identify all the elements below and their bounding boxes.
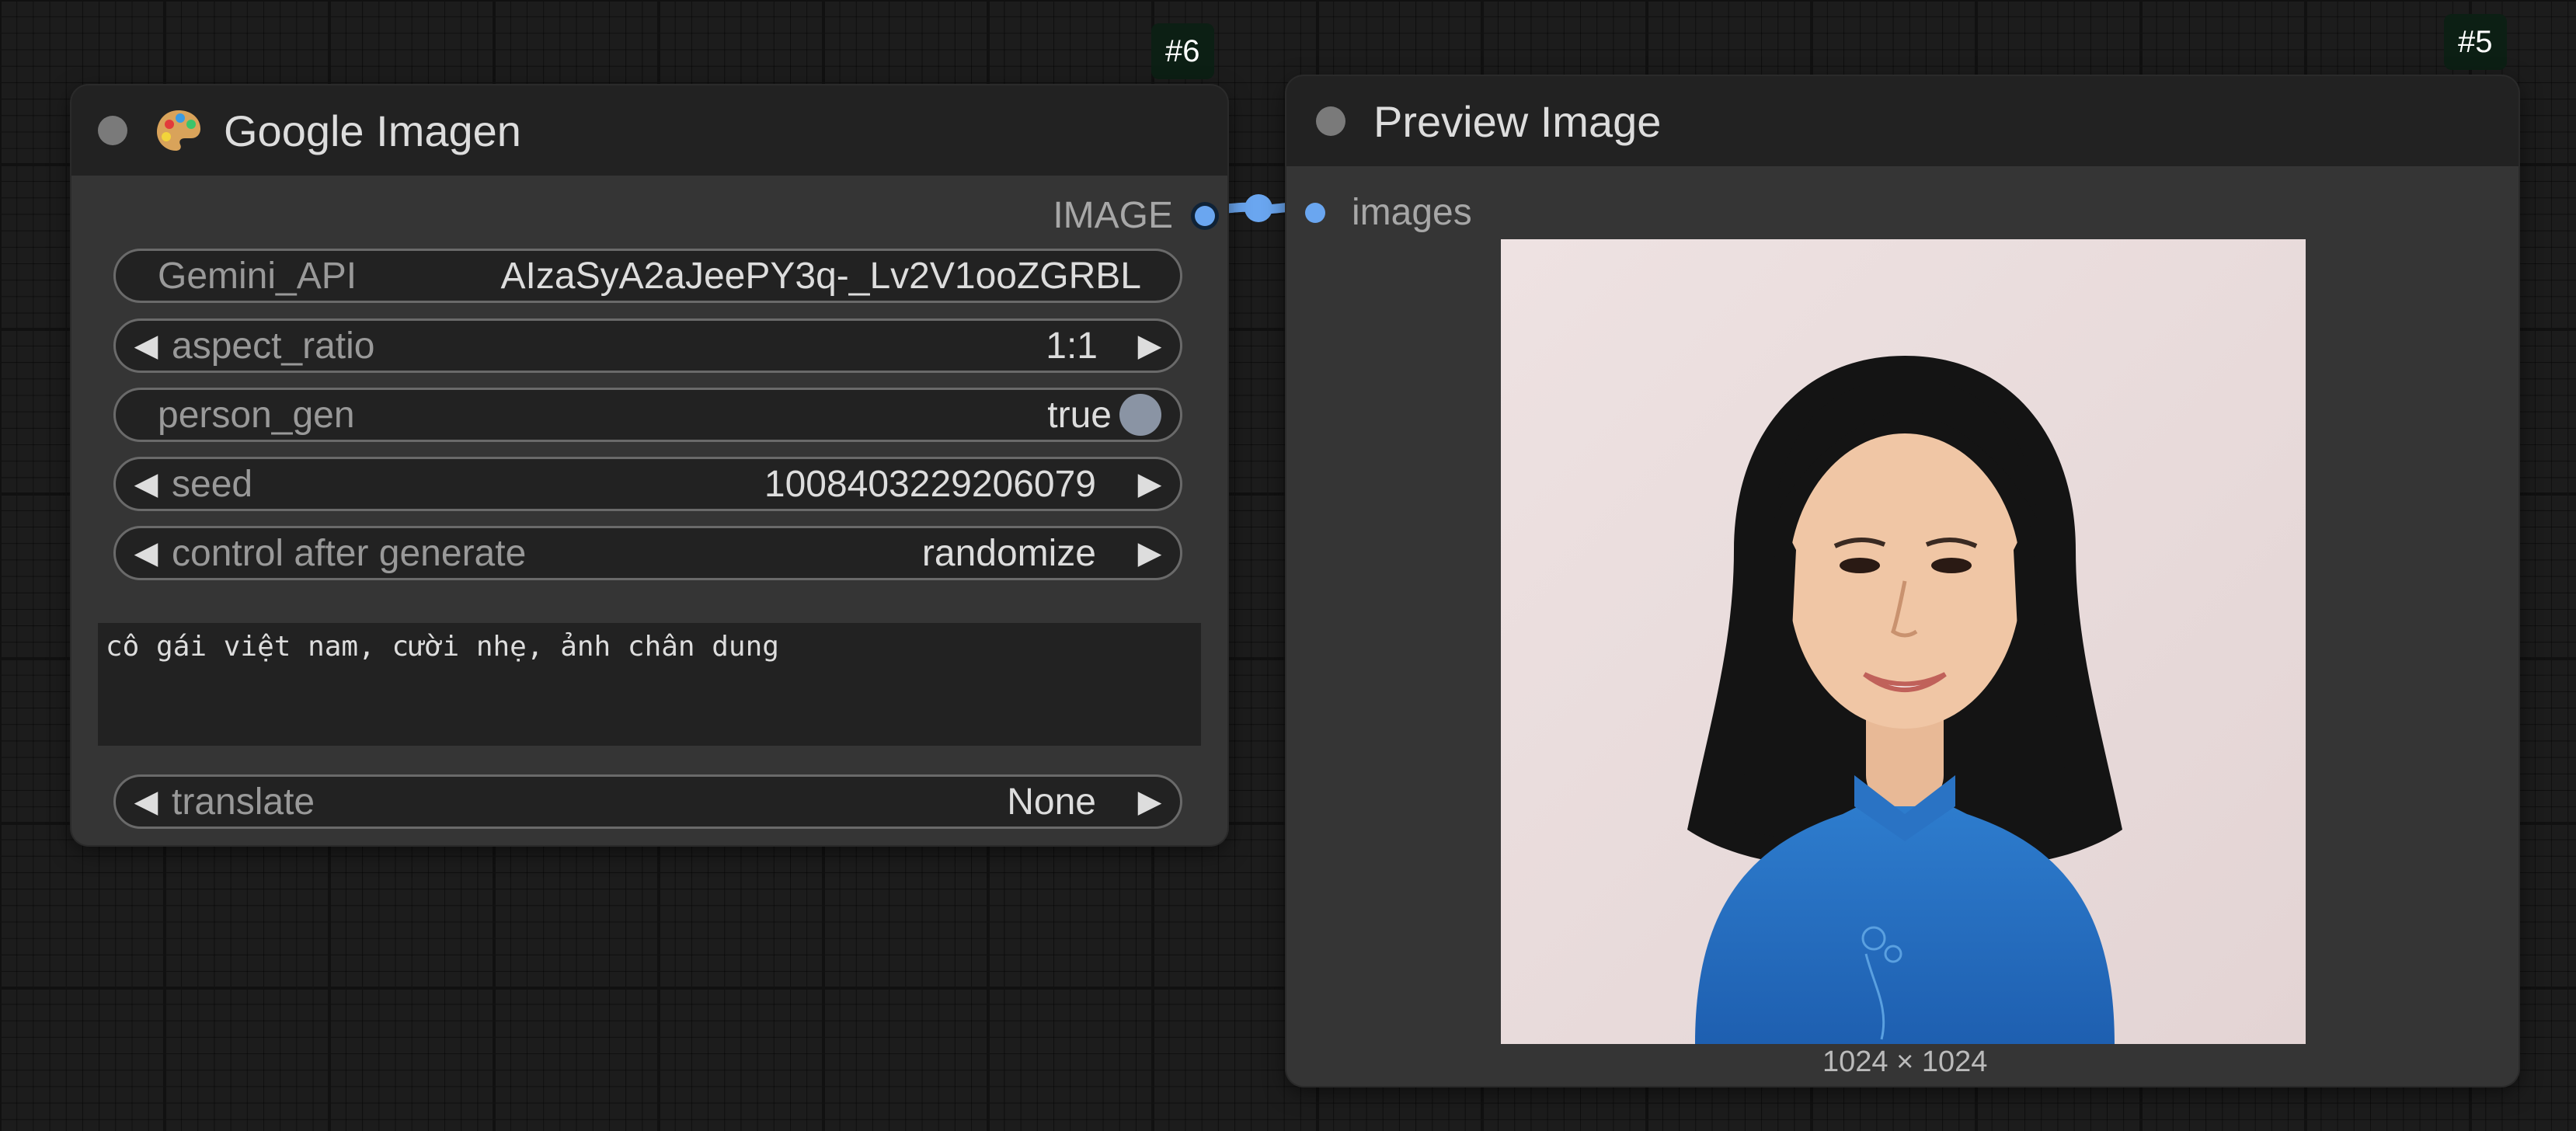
output-slot-image[interactable]: IMAGE — [1053, 194, 1215, 237]
input-slot-label: images — [1352, 192, 1472, 233]
palette-icon — [154, 106, 204, 155]
control-after-generate-combo[interactable]: ◀ control after generate randomize ▶ — [113, 526, 1182, 580]
seed-number[interactable]: ◀ seed 1008403229206079 ▶ — [113, 457, 1182, 511]
decrement-arrow-icon[interactable]: ◀ — [133, 328, 159, 364]
output-slot-dot[interactable] — [1195, 205, 1215, 226]
seed-label: seed — [172, 463, 253, 505]
output-slot-label: IMAGE — [1053, 195, 1173, 236]
decrement-arrow-icon[interactable]: ◀ — [133, 784, 159, 820]
node-header[interactable]: Google Imagen — [71, 85, 1227, 176]
decrement-arrow-icon[interactable]: ◀ — [133, 466, 159, 502]
node-id-badge: #5 — [2444, 14, 2507, 70]
gemini-api-label: Gemini_API — [158, 255, 357, 297]
aspect-ratio-value: 1:1 — [1046, 325, 1098, 367]
node-header[interactable]: Preview Image — [1286, 76, 2519, 166]
node-title: Google Imagen — [224, 106, 521, 155]
seed-value: 1008403229206079 — [764, 463, 1096, 505]
translate-value: None — [1007, 781, 1096, 823]
input-slot-dot[interactable] — [1305, 202, 1325, 223]
person-gen-value: true — [1047, 394, 1112, 436]
node-title: Preview Image — [1373, 96, 1662, 146]
increment-arrow-icon[interactable]: ▶ — [1137, 535, 1163, 571]
translate-label: translate — [172, 781, 315, 823]
graph-canvas[interactable]: #6 #5 Google Imagen IMAGE Gemini_API AIz… — [0, 0, 2576, 1131]
person-gen-toggle[interactable]: person_gen true — [113, 388, 1182, 442]
aspect-ratio-combo[interactable]: ◀ aspect_ratio 1:1 ▶ — [113, 318, 1182, 373]
gemini-api-field[interactable]: Gemini_API AIzaSyA2aJeePY3q-_Lv2V1ooZGRB… — [113, 249, 1182, 303]
input-slot-images[interactable]: images — [1305, 191, 1472, 234]
google-imagen-node[interactable]: Google Imagen IMAGE Gemini_API AIzaSyA2a… — [71, 85, 1227, 845]
gemini-api-value[interactable]: AIzaSyA2aJeePY3q-_Lv2V1ooZGRBL — [501, 255, 1141, 298]
decrement-arrow-icon[interactable]: ◀ — [133, 535, 159, 571]
increment-arrow-icon[interactable]: ▶ — [1137, 784, 1163, 820]
image-dimensions-caption: 1024 × 1024 — [1822, 1046, 1988, 1078]
preview-image[interactable] — [1501, 239, 2306, 1044]
translate-combo[interactable]: ◀ translate None ▶ — [113, 774, 1182, 829]
toggle-knob[interactable] — [1119, 394, 1161, 436]
control-after-generate-value: randomize — [921, 532, 1096, 574]
link-midpoint-handle — [1244, 194, 1272, 222]
prompt-textarea[interactable]: cô gái việt nam, cười nhẹ, ảnh chân dung — [98, 623, 1201, 746]
collapse-toggle[interactable] — [98, 116, 127, 145]
control-after-generate-label: control after generate — [172, 532, 527, 574]
collapse-toggle[interactable] — [1316, 106, 1345, 136]
node-id-badge: #6 — [1151, 23, 1214, 79]
person-gen-label: person_gen — [158, 394, 355, 436]
increment-arrow-icon[interactable]: ▶ — [1137, 328, 1163, 364]
aspect-ratio-label: aspect_ratio — [172, 325, 375, 367]
increment-arrow-icon[interactable]: ▶ — [1137, 466, 1163, 502]
